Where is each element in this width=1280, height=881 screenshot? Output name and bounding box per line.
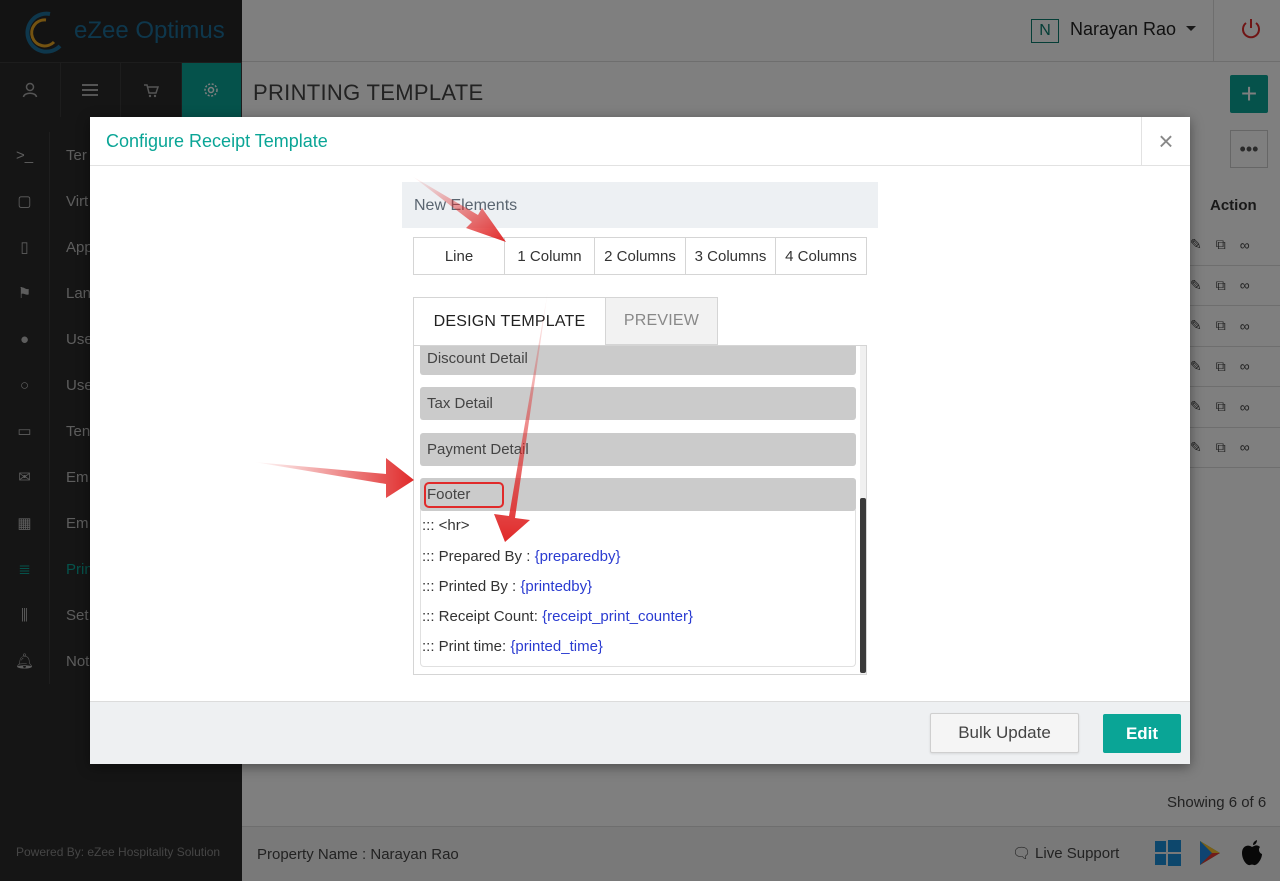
template-line-label: ::: Prepared By : bbox=[422, 548, 535, 565]
section-tax-detail[interactable]: Tax Detail bbox=[420, 387, 856, 420]
tab-preview[interactable]: PREVIEW bbox=[606, 297, 718, 345]
new-elements-header: New Elements bbox=[402, 182, 878, 228]
section-payment-detail[interactable]: Payment Detail bbox=[420, 433, 856, 466]
template-variable: {receipt_print_counter} bbox=[542, 608, 693, 625]
new-elements-label: New Elements bbox=[414, 197, 518, 214]
four-columns-option[interactable]: 4 Columns bbox=[776, 238, 866, 274]
template-line[interactable]: ::: Prepared By : {preparedby} bbox=[422, 548, 620, 565]
design-template-panel: Discount Detail Tax Detail Payment Detai… bbox=[413, 345, 867, 675]
footer-section-body: ::: <hr> ::: Prepared By : {preparedby} … bbox=[420, 509, 856, 667]
template-line[interactable]: ::: <hr> bbox=[422, 517, 470, 534]
one-column-option[interactable]: 1 Column bbox=[505, 238, 595, 274]
panel-scrollbar-thumb[interactable] bbox=[860, 498, 866, 673]
new-element-options: Line 1 Column 2 Columns 3 Columns 4 Colu… bbox=[413, 237, 867, 275]
template-variable: {printedby} bbox=[520, 578, 593, 595]
three-columns-option[interactable]: 3 Columns bbox=[686, 238, 776, 274]
template-line-label: ::: Print time: bbox=[422, 638, 511, 655]
template-variable: {printed_time} bbox=[510, 638, 603, 655]
configure-receipt-modal: Configure Receipt Template × New Element… bbox=[90, 117, 1190, 764]
section-footer[interactable]: Footer bbox=[420, 478, 856, 511]
close-button[interactable]: × bbox=[1141, 117, 1190, 165]
modal-footer: Bulk Update Edit bbox=[90, 701, 1190, 764]
template-line[interactable]: ::: Printed By : {printedby} bbox=[422, 578, 592, 595]
edit-button[interactable]: Edit bbox=[1103, 714, 1181, 753]
modal-title: Configure Receipt Template bbox=[106, 131, 328, 151]
bulk-update-button[interactable]: Bulk Update bbox=[930, 713, 1079, 753]
modal-header: Configure Receipt Template × bbox=[90, 117, 1190, 166]
template-line-label: ::: Receipt Count: bbox=[422, 608, 543, 625]
template-line-label: ::: Printed By : bbox=[422, 578, 521, 595]
template-line[interactable]: ::: Receipt Count: {receipt_print_counte… bbox=[422, 608, 693, 625]
line-option[interactable]: Line bbox=[414, 238, 505, 274]
footer-highlight-box bbox=[424, 482, 504, 508]
template-line[interactable]: ::: Print time: {printed_time} bbox=[422, 638, 603, 655]
section-discount-detail[interactable]: Discount Detail bbox=[420, 346, 856, 375]
tab-design-template[interactable]: DESIGN TEMPLATE bbox=[413, 297, 606, 345]
template-line-label: ::: <hr> bbox=[422, 517, 470, 534]
template-variable: {preparedby} bbox=[534, 548, 621, 565]
design-tabs: DESIGN TEMPLATE PREVIEW bbox=[413, 297, 718, 345]
two-columns-option[interactable]: 2 Columns bbox=[595, 238, 686, 274]
